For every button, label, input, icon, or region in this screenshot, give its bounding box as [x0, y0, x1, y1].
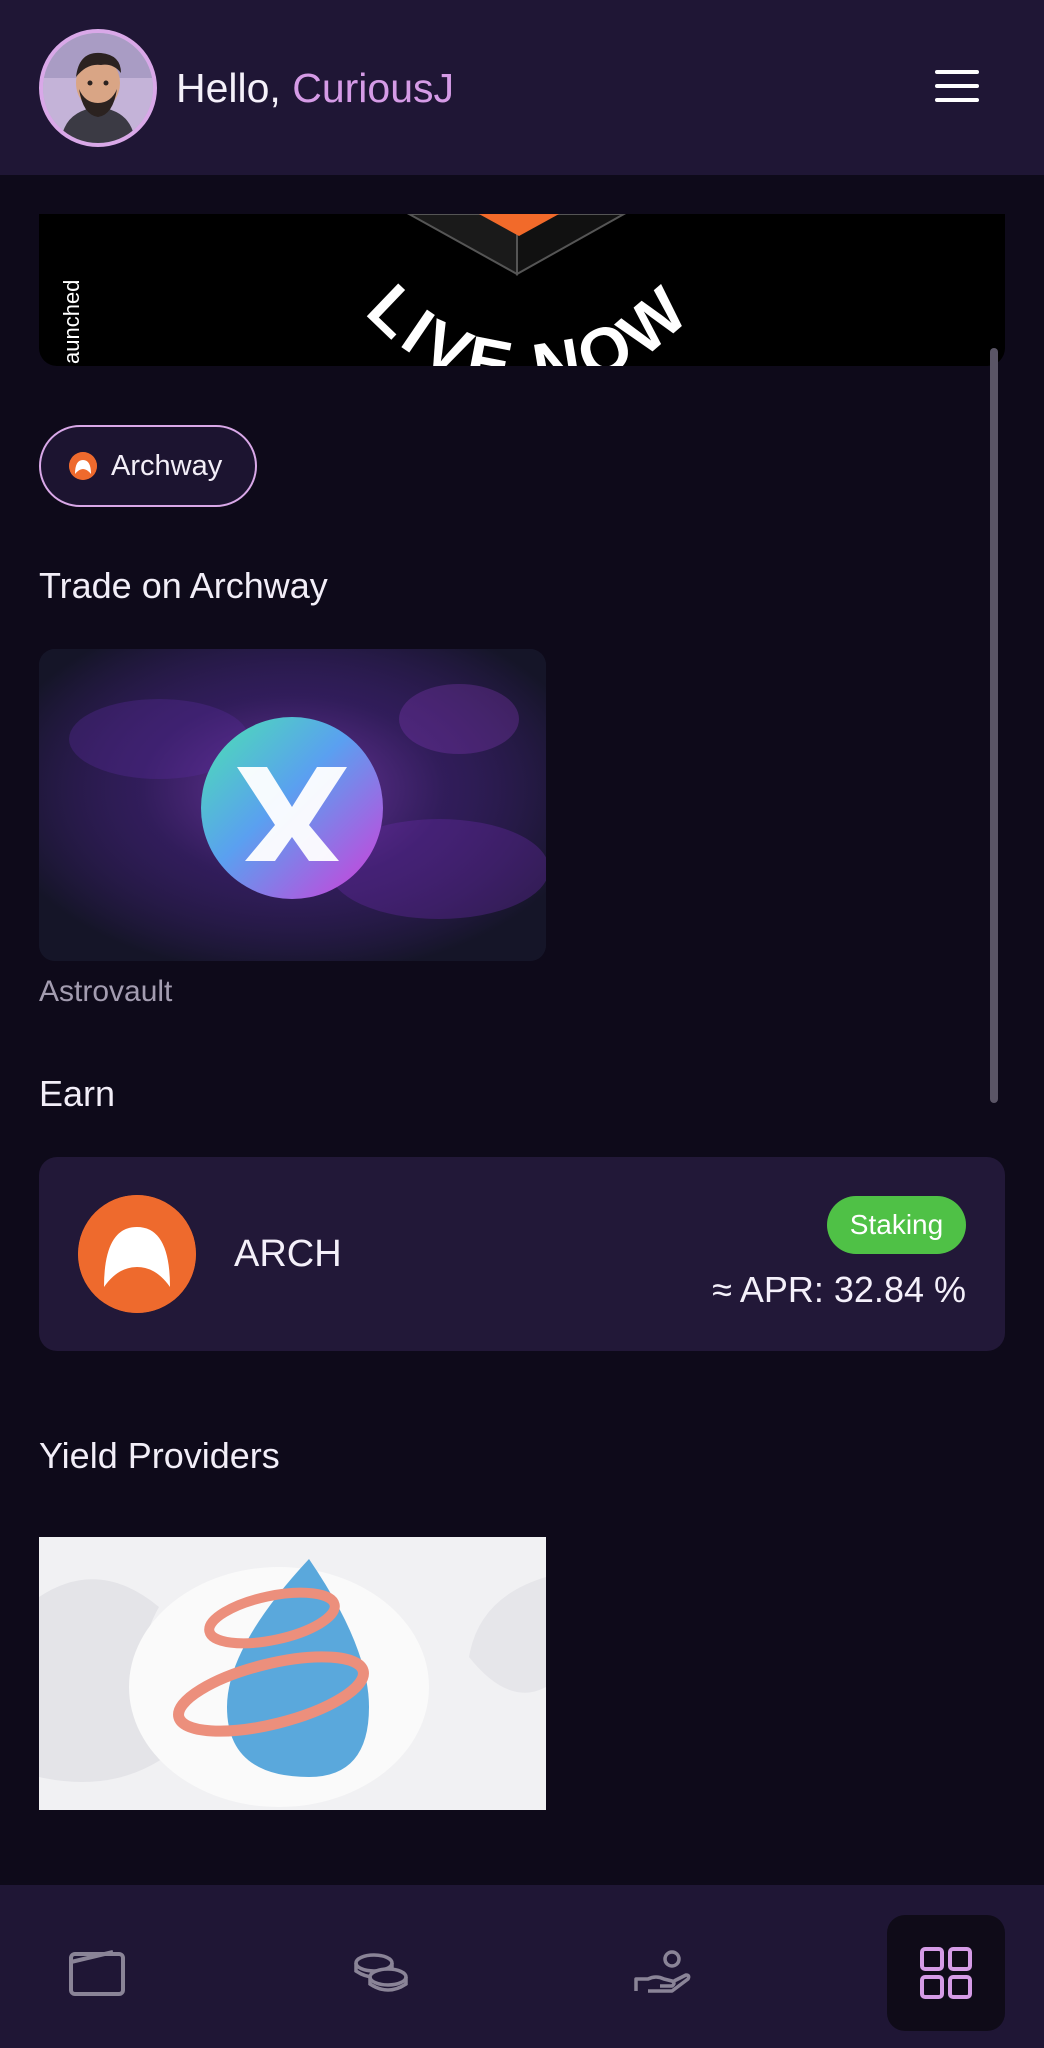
nav-earn[interactable]: [603, 1915, 721, 2031]
nav-apps[interactable]: [887, 1915, 1005, 2031]
hamburger-menu-icon: [935, 70, 979, 74]
archway-logo-icon: [69, 452, 97, 480]
greeting-prefix: Hello,: [176, 65, 281, 111]
apr-value: ≈ APR: 32.84 %: [712, 1269, 966, 1310]
wallet-icon: [69, 1950, 125, 1996]
water-drop-rings-logo: [39, 1537, 546, 1810]
banner-arc-text: LIVE NOW: [354, 269, 699, 366]
app-header: Hello, CuriousJ: [0, 0, 1044, 175]
earn-item-arch[interactable]: ARCH Staking ≈ APR: 32.84 %: [39, 1157, 1005, 1351]
astrovault-label: Astrovault: [39, 975, 173, 1008]
yield-provider-card[interactable]: [39, 1537, 546, 1810]
svg-text:LIVE NOW: LIVE NOW: [354, 269, 705, 366]
grid-icon: [920, 1947, 972, 1999]
earn-token-name: ARCH: [234, 1233, 342, 1275]
avatar[interactable]: [39, 29, 157, 147]
banner-graphic: LIVE NOW: [354, 214, 705, 366]
bottom-nav: [0, 1885, 1044, 2048]
hamburger-menu-button[interactable]: [926, 62, 988, 110]
username: CuriousJ: [292, 65, 455, 111]
yield-section-title: Yield Providers: [39, 1435, 280, 1476]
staking-badge: Staking: [827, 1196, 966, 1254]
user-avatar-icon: [43, 33, 153, 143]
promo-banner[interactable]: aunched LIVE NOW: [39, 214, 1005, 366]
nav-coins[interactable]: [322, 1915, 440, 2031]
earn-section-title: Earn: [39, 1073, 116, 1114]
network-chip-label: Archway: [111, 449, 223, 482]
nav-wallet[interactable]: [38, 1915, 156, 2031]
hand-coin-icon: [634, 1950, 691, 1993]
arch-token-icon: [78, 1195, 196, 1313]
network-chip-archway[interactable]: Archway: [39, 425, 257, 507]
astrovault-card[interactable]: [39, 649, 546, 961]
scrollbar[interactable]: [990, 348, 998, 1103]
greeting: Hello, CuriousJ: [176, 64, 454, 112]
astrovault-logo: [39, 649, 546, 961]
trade-section-title: Trade on Archway: [39, 565, 328, 606]
coins-icon: [354, 1953, 408, 1992]
